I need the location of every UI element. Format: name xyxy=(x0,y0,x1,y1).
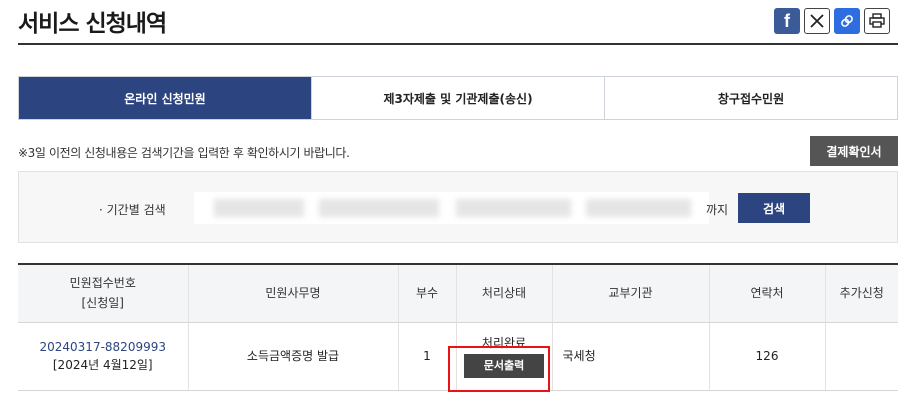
facebook-share-button[interactable]: f xyxy=(774,8,800,34)
until-label: 까지 xyxy=(706,203,729,217)
search-label: · 기간별 검색 xyxy=(99,203,166,217)
cell-receipt: 20240317-88209993 [2024년 4월12일] xyxy=(18,322,188,391)
x-icon xyxy=(810,14,824,28)
cell-copies: 1 xyxy=(397,322,456,391)
share-toolbar: f xyxy=(774,8,890,34)
printer-icon xyxy=(869,13,885,28)
table-row: 20240317-88209993 [2024년 4월12일] 소득금액증명 발… xyxy=(18,322,898,391)
facebook-icon: f xyxy=(784,10,790,31)
x-share-button[interactable] xyxy=(804,8,830,34)
cell-contact: 126 xyxy=(708,322,825,391)
header-status: 처리상태 xyxy=(455,263,552,323)
cell-status: 처리완료 문서출력 xyxy=(455,322,552,391)
header-receipt: 민원접수번호 [신청일] xyxy=(18,263,188,323)
cell-extra xyxy=(824,322,898,391)
header-extra: 추가신청 xyxy=(824,263,898,323)
tab-counter-applications[interactable]: 창구접수민원 xyxy=(605,77,897,119)
tab-online-applications[interactable]: 온라인 신청민원 xyxy=(19,77,312,119)
title-divider xyxy=(18,43,898,45)
copy-link-button[interactable] xyxy=(834,8,860,34)
period-search-panel: · 기간별 검색 까지 검색 xyxy=(18,171,898,243)
notice-text: ※3일 이전의 신청내용은 검색기간을 입력한 후 확인하시기 바랍니다. xyxy=(18,146,350,160)
payment-confirmation-button[interactable]: 결제확인서 xyxy=(810,136,898,166)
header-copies: 부수 xyxy=(397,263,456,323)
search-button[interactable]: 검색 xyxy=(738,193,810,223)
cell-org: 국세청 xyxy=(551,322,709,391)
application-table: 민원접수번호 [신청일] 민원사무명 부수 처리상태 교부기관 연락처 추가신청… xyxy=(18,263,898,391)
header-receipt-no: 민원접수번호 xyxy=(69,276,136,291)
header-name: 민원사무명 xyxy=(187,263,398,323)
receipt-date: [2024년 4월12일] xyxy=(52,358,153,372)
status-text: 처리완료 xyxy=(481,336,527,350)
page-title: 서비스 신청내역 xyxy=(18,11,167,37)
receipt-number-link[interactable]: 20240317-88209993 xyxy=(18,338,188,356)
header-contact: 연락처 xyxy=(708,263,825,323)
link-icon xyxy=(841,15,853,27)
tab-third-party-submission[interactable]: 제3자제출 및 기관제출(송신) xyxy=(312,77,605,119)
print-document-button[interactable]: 문서출력 xyxy=(464,354,544,378)
cell-name: 소득금액증명 발급 xyxy=(187,322,398,391)
header-receipt-date: [신청일] xyxy=(81,296,124,311)
header-org: 교부기관 xyxy=(551,263,709,323)
print-button[interactable] xyxy=(864,8,890,34)
table-header-row: 민원접수번호 [신청일] 민원사무명 부수 처리상태 교부기관 연락처 추가신청 xyxy=(18,263,898,323)
tab-bar: 온라인 신청민원 제3자제출 및 기관제출(송신) 창구접수민원 xyxy=(18,76,898,120)
period-input[interactable] xyxy=(194,192,709,224)
